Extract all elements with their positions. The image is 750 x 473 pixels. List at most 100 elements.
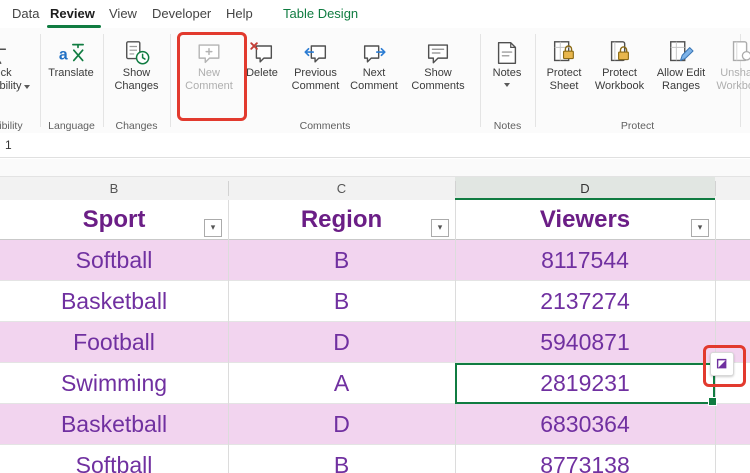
table-row: Basketball B 2137274 — [0, 281, 750, 322]
button-label: Comments — [411, 80, 464, 93]
previous-comment-button[interactable]: Previous Comment — [287, 33, 344, 119]
show-changes-button[interactable]: Show Changes — [105, 33, 168, 119]
table-header-row: Sport Region Viewers ▾ ▾ ▾ — [0, 200, 750, 240]
check-accessibility-button[interactable]: Check Accessibility — [0, 33, 38, 119]
button-label: Comment — [292, 80, 340, 93]
button-label: Comment — [185, 80, 233, 93]
table-cell[interactable]: Basketball — [0, 404, 228, 444]
table-header-region[interactable]: Region — [228, 200, 455, 239]
filter-button-viewers[interactable]: ▾ — [691, 219, 709, 237]
translate-icon: a — [57, 35, 85, 67]
table-header-sport[interactable]: Sport — [0, 200, 228, 239]
group-divider — [480, 34, 481, 127]
button-label: Protect — [602, 67, 637, 80]
notes-button[interactable]: Notes — [483, 33, 531, 119]
table-cell[interactable]: 8773138 — [455, 445, 715, 473]
table-cell[interactable]: 2137274 — [455, 281, 715, 321]
group-label-comments: Comments — [170, 120, 480, 132]
button-label: New — [198, 67, 220, 80]
group-label-protect: Protect — [535, 120, 740, 132]
button-label: Accessibility — [0, 80, 30, 93]
table-cell[interactable]: A — [228, 363, 455, 403]
column-header-divider — [455, 181, 456, 196]
table-cell[interactable]: 5940871 — [455, 322, 715, 362]
table-cell[interactable]: Football — [0, 322, 228, 362]
column-header-b[interactable]: B — [0, 177, 228, 200]
delete-comment-icon — [248, 35, 276, 67]
check-accessibility-icon — [0, 35, 10, 67]
chevron-down-icon — [504, 83, 510, 87]
button-label: Protect — [547, 67, 582, 80]
gridline — [228, 200, 229, 473]
table-cell[interactable]: B — [228, 240, 455, 280]
name-box[interactable]: 1 — [0, 133, 750, 158]
button-label: Ranges — [662, 80, 700, 93]
delete-comment-button[interactable]: Delete — [239, 33, 285, 119]
group-divider — [535, 34, 536, 127]
svg-text:a: a — [59, 47, 68, 64]
group-label-changes: Changes — [103, 120, 170, 132]
group-label-accessibility: Accessibility — [0, 120, 34, 132]
table-cell[interactable]: Softball — [0, 240, 228, 280]
button-label: Check — [0, 67, 12, 80]
table-cell[interactable]: Softball — [0, 445, 228, 473]
new-comment-icon — [195, 35, 223, 67]
next-comment-icon — [360, 35, 388, 67]
table-cell[interactable]: 6830364 — [455, 404, 715, 444]
tab-developer[interactable]: Developer — [152, 0, 211, 28]
table-cell[interactable]: Basketball — [0, 281, 228, 321]
filter-button-region[interactable]: ▾ — [431, 219, 449, 237]
tab-review[interactable]: Review — [50, 0, 95, 28]
protect-workbook-icon — [606, 35, 634, 67]
button-label: Changes — [114, 80, 158, 93]
tab-view[interactable]: View — [109, 0, 137, 28]
button-label: Notes — [493, 67, 522, 80]
filter-button-sport[interactable]: ▾ — [204, 219, 222, 237]
tab-help[interactable]: Help — [226, 0, 253, 28]
ribbon-tab-bar: Data Review View Developer Help Table De… — [0, 0, 750, 28]
table-row: Basketball D 6830364 — [0, 404, 750, 445]
table-cell[interactable]: D — [228, 322, 455, 362]
notes-icon — [493, 35, 521, 67]
button-label: Show — [123, 67, 151, 80]
new-comment-button[interactable]: New Comment — [181, 33, 237, 119]
show-comments-button[interactable]: Show Comments — [405, 33, 471, 119]
fill-handle[interactable] — [708, 397, 717, 406]
column-header-divider — [228, 181, 229, 196]
table-cell[interactable]: 8117544 — [455, 240, 715, 280]
button-label: Next — [363, 67, 386, 80]
button-label: Show — [424, 67, 452, 80]
ribbon: Check Accessibility a Translate Show Cha… — [0, 28, 750, 134]
unshare-workbook-button[interactable]: Unshare Workbook — [710, 33, 750, 119]
column-header-d[interactable]: D — [455, 177, 715, 200]
table-cell[interactable]: D — [228, 404, 455, 444]
column-header-row: B C D — [0, 177, 750, 201]
tab-table-design[interactable]: Table Design — [283, 0, 358, 28]
table-row: Football D 5940871 — [0, 322, 750, 363]
formula-bar-strip — [0, 159, 750, 177]
spreadsheet-grid: Sport Region Viewers ▾ ▾ ▾ Softball B 81… — [0, 200, 750, 473]
tab-data[interactable]: Data — [12, 0, 39, 28]
translate-button[interactable]: a Translate — [41, 33, 101, 119]
gridline — [455, 200, 456, 473]
table-header-viewers[interactable]: Viewers — [455, 200, 715, 239]
protect-workbook-button[interactable]: Protect Workbook — [592, 33, 647, 119]
next-comment-button[interactable]: Next Comment — [346, 33, 402, 119]
table-cell[interactable]: Swimming — [0, 363, 228, 403]
table-cell[interactable]: B — [228, 445, 455, 473]
allow-edit-ranges-icon — [667, 35, 695, 67]
button-label: Delete — [246, 67, 278, 80]
table-cell[interactable]: B — [228, 281, 455, 321]
group-divider — [103, 34, 104, 127]
button-label: Unshare — [720, 67, 750, 80]
group-divider — [170, 34, 171, 127]
comment-indicator-icon[interactable] — [710, 352, 734, 376]
excel-window: Data Review View Developer Help Table De… — [0, 0, 750, 473]
column-header-c[interactable]: C — [228, 177, 455, 200]
allow-edit-ranges-button[interactable]: Allow Edit Ranges — [649, 33, 713, 119]
table-row: Softball B 8117544 — [0, 240, 750, 281]
button-label: Allow Edit — [657, 67, 705, 80]
gridline — [715, 200, 716, 473]
protect-sheet-button[interactable]: Protect Sheet — [538, 33, 590, 119]
chevron-down-icon — [24, 85, 30, 89]
